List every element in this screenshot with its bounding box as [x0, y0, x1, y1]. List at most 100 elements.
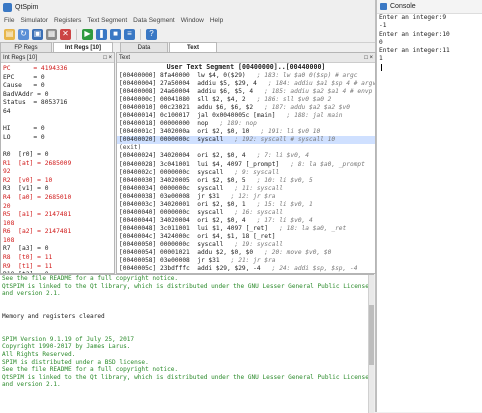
tab-fp-regs[interactable]: FP Regs — [0, 42, 52, 52]
register-row: R2 [v0] = 10 — [3, 176, 53, 184]
instruction-row[interactable]: [0040004c] 3424000c ori $4, $1, 18 [_ret… — [117, 233, 375, 241]
print-icon[interactable]: ▦ — [46, 28, 57, 40]
instruction-row[interactable]: [00400018] 00000000 nop ; 189: nop — [117, 120, 375, 128]
console-output[interactable]: Enter an integer:9 -1 Enter an integer:10 0… — [377, 14, 482, 74]
instruction-comment: ; 21: jr $ra — [230, 257, 276, 265]
instruction-row[interactable]: [00400004] 27a50004 addiu $5, $29, 4 ; 1… — [117, 80, 375, 88]
instruction-comment: ; 186: sll $v0 $a0 2 — [256, 96, 332, 104]
text-segment-panel: Text □ × User Text Segment [00400000]..[… — [116, 52, 376, 274]
instruction-row[interactable]: [00400038] 03e00008 jr $31 ; 12: jr $ra — [117, 193, 375, 201]
instruction-row[interactable]: [0040005c] 23bdfffc addi $29, $29, -4 ; … — [117, 265, 375, 273]
instruction-spacer — [223, 169, 234, 176]
messages-scrollbar[interactable] — [368, 275, 374, 413]
instruction-row[interactable]: (exit) — [117, 144, 375, 152]
instruction-row[interactable]: [00400028] 3c041001 lui $4, 4097 [_promp… — [117, 161, 375, 169]
console-input-line[interactable] — [377, 63, 482, 74]
instruction-comment: ; 17: li $v0, 4 — [256, 216, 313, 224]
register-list: PC = 4194336 EPC = 0 Cause = 0 BadVAddr = 0… — [1, 63, 114, 273]
instruction-row[interactable]: [00400010] 00c23021 addu $6, $6, $2 ; 18… — [117, 104, 375, 112]
menu-registers[interactable]: Registers — [54, 17, 81, 24]
instruction-spacer — [223, 209, 234, 216]
instruction-row[interactable]: [00400008] 24a60004 addiu $6, $5, 4 ; 18… — [117, 88, 375, 96]
menu-help[interactable]: Help — [210, 17, 223, 24]
instruction-spacer — [223, 185, 234, 192]
pause-icon[interactable]: ❚ — [96, 28, 107, 40]
instruction-row[interactable]: [0040000c] 00041080 sll $2, $4, 2 ; 186:… — [117, 96, 375, 104]
instruction-spacer — [275, 112, 286, 119]
instruction-spacer — [246, 72, 257, 79]
instruction-row[interactable]: [0040002c] 0000000c syscall ; 9: syscall — [117, 169, 375, 177]
register-row — [3, 142, 112, 151]
instruction-row[interactable]: [00400030] 34020005 ori $2, $0, 5 ; 10: … — [117, 177, 375, 185]
instruction-row[interactable]: [00400024] 34020004 ori $2, $0, 4 ; 7: l… — [117, 152, 375, 160]
menu-bar: File Simulator Registers Text Segment Da… — [0, 15, 375, 26]
instruction-code: [00400058] 03e00008 jr $31 — [119, 257, 220, 265]
instruction-row[interactable]: [00400048] 3c011001 lui $1, 4097 [_ret] … — [117, 225, 375, 233]
reload-icon[interactable]: ↻ — [18, 28, 29, 40]
register-row: R0 [r0] = 0 — [3, 150, 49, 158]
message-line — [0, 305, 374, 313]
instruction-row[interactable]: [00400058] 03e00008 jr $31 ; 21: jr $ra — [117, 257, 375, 265]
menu-simulator[interactable]: Simulator — [20, 17, 47, 24]
instruction-spacer — [208, 120, 219, 127]
instruction-row[interactable]: [00400000] 8fa40000 lw $4, 0($29) ; 183:… — [117, 72, 375, 80]
register-row: R1 [at] = 2685009 — [3, 159, 72, 167]
instruction-code: (exit) — [119, 144, 142, 152]
instruction-row[interactable]: [00400040] 0000000c syscall ; 16: syscal… — [117, 209, 375, 217]
console-line: -1 — [379, 22, 387, 30]
register-row: EPC = 0 — [3, 73, 45, 81]
register-row: R4 [a0] = 2685010 — [3, 193, 72, 201]
message-line: and version 2.1. — [2, 381, 61, 389]
menu-window[interactable]: Window — [181, 17, 204, 24]
instruction-code: [0040003c] 34020001 ori $2, $0, 1 — [119, 200, 246, 208]
step-icon[interactable]: ≡ — [124, 28, 135, 40]
menu-data-segment[interactable]: Data Segment — [133, 17, 175, 24]
console-window[interactable]: Console Enter an integer:9 -1 Enter an int… — [376, 0, 482, 412]
tab-int-regs[interactable]: Int Regs [10] — [53, 42, 113, 52]
instruction-comment: ; 191: li $v0 10 — [260, 128, 321, 136]
message-line — [0, 298, 374, 306]
instruction-row[interactable]: [00400014] 0c100017 jal 0x0040005c [main… — [117, 112, 375, 120]
run-icon[interactable]: ▶ — [82, 28, 93, 40]
scrollbar-thumb[interactable] — [369, 305, 374, 365]
instruction-code: [0040004c] 3424000c ori $4, $1, 18 [_ret… — [119, 232, 276, 240]
clear-icon[interactable]: ✕ — [60, 28, 71, 40]
instruction-comment: ; 16: syscall — [234, 208, 283, 216]
message-line: QtSPIM is linked to the Qt library, whic… — [2, 282, 374, 290]
instruction-row[interactable]: [00400054] 00001021 addu $2, $0, $0 ; 20… — [117, 249, 375, 257]
instruction-row[interactable]: [00400020] 0000000c syscall ; 192: sysca… — [117, 136, 375, 145]
instruction-code: [00400038] 03e00008 jr $31 — [119, 192, 220, 200]
instruction-row[interactable]: [00400044] 34020004 ori $2, $0, 4 ; 17: … — [117, 217, 375, 225]
stop-icon[interactable]: ■ — [110, 28, 121, 40]
instruction-comment: ; 18: la $a0, _ret — [279, 224, 347, 232]
instruction-spacer — [246, 177, 257, 184]
register-row: BadVAddr = 0 — [3, 90, 49, 98]
menu-text-segment[interactable]: Text Segment — [87, 17, 127, 24]
save-icon[interactable]: ▣ — [32, 28, 43, 40]
tab-text[interactable]: Text — [169, 42, 217, 52]
messages-pane[interactable]: See the file README for a full copyright… — [0, 274, 374, 413]
message-line: SPIM Version 9.1.19 of July 25, 2017 — [2, 335, 135, 343]
instruction-code: [00400050] 0000000c syscall — [119, 240, 224, 248]
instruction-row[interactable]: [0040003c] 34020001 ori $2, $0, 1 ; 15: … — [117, 201, 375, 209]
instruction-code: [0040000c] 00041080 sll $2, $4, 2 — [119, 96, 246, 104]
open-icon[interactable]: ▤ — [4, 28, 15, 40]
tab-data[interactable]: Data — [120, 42, 168, 52]
help-icon[interactable]: ? — [146, 28, 157, 40]
instruction-spacer — [249, 128, 260, 135]
register-row: 92 — [3, 168, 11, 176]
instruction-row[interactable]: [00400050] 0000000c syscall ; 19: syscal… — [117, 241, 375, 249]
panel-close-icon[interactable]: □ × — [364, 55, 373, 61]
panel-close-icon[interactable]: □ × — [103, 55, 112, 61]
instruction-comment: ; 24: addi $sp, $sp, -4 — [271, 265, 358, 273]
message-line: All Rights Reserved. — [2, 350, 76, 358]
console-line: 0 — [379, 38, 383, 46]
window-titlebar: QtSpim — [0, 0, 375, 15]
instruction-row[interactable]: [0040001c] 3402000a ori $2, $0, 10 ; 191… — [117, 128, 375, 136]
instruction-row[interactable]: [00400034] 0000000c syscall ; 11: syscal… — [117, 185, 375, 193]
instruction-comment: ; 15: li $v0, 1 — [256, 200, 313, 208]
menu-file[interactable]: File — [4, 17, 14, 24]
window-title: QtSpim — [15, 4, 39, 11]
instruction-comment: ; 9: syscall — [234, 168, 280, 176]
instruction-spacer — [220, 193, 231, 200]
